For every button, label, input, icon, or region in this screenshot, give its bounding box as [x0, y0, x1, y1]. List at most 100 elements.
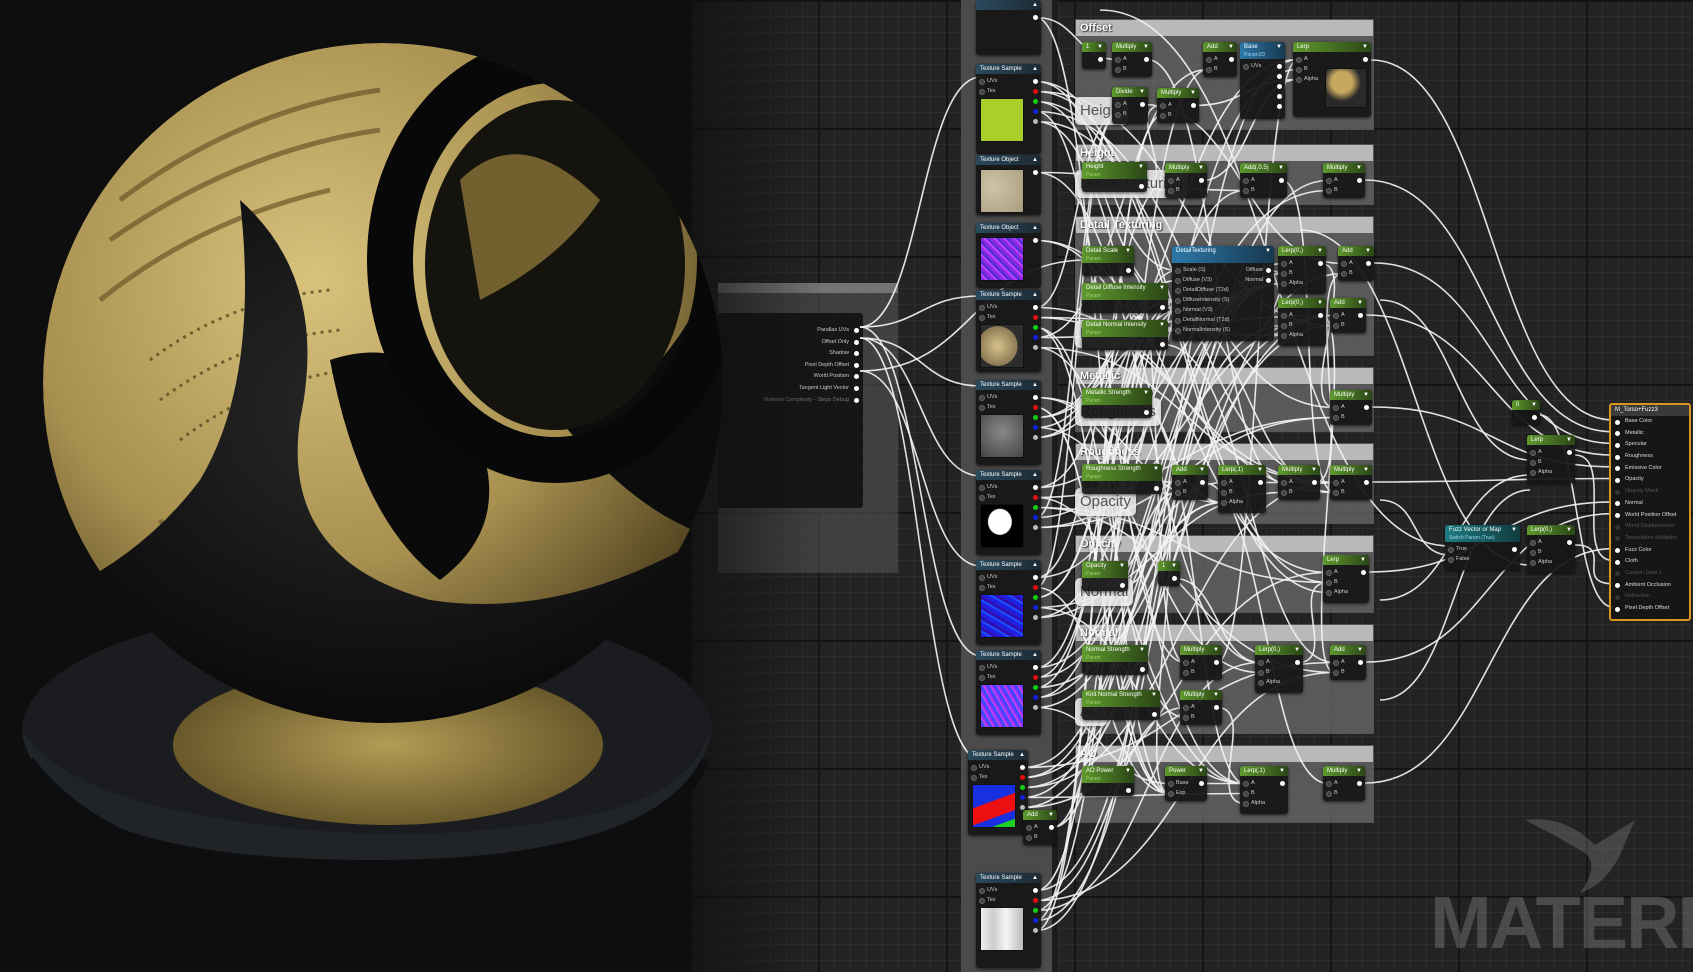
- collapse-triangle-icon[interactable]: ▼: [1365, 246, 1371, 256]
- node-header[interactable]: Height ▼ Param: [1082, 162, 1147, 179]
- input-pin[interactable]: [1183, 705, 1189, 711]
- multiply-node[interactable]: Multiply ▼ A B: [1278, 465, 1320, 500]
- output-pin[interactable]: [1033, 675, 1038, 680]
- lerp-node[interactable]: Lerp ▼ A B Alpha: [1527, 435, 1575, 483]
- input-pin[interactable]: [979, 315, 985, 321]
- collapse-triangle-icon[interactable]: ▼: [1356, 766, 1362, 776]
- detail-scale-node[interactable]: Detail Scale ▼ Param: [1082, 246, 1134, 276]
- collapse-triangle-icon[interactable]: ▼: [1171, 561, 1177, 571]
- node-header[interactable]: Multiply ▼: [1330, 390, 1372, 400]
- input-pin[interactable]: [1281, 333, 1287, 339]
- detailtexturing-node[interactable]: DetailTexturing ▼ Scale (S) Diffuse Diffuse …: [1172, 246, 1274, 341]
- input-pin[interactable]: [1258, 680, 1264, 686]
- collapse-triangle-icon[interactable]: ▼: [1276, 42, 1282, 52]
- output-pin[interactable]: [1140, 102, 1145, 107]
- input-pin[interactable]: [1326, 590, 1332, 596]
- input-pin[interactable]: [971, 775, 977, 781]
- input-pin[interactable]: [1175, 328, 1181, 334]
- collapse-triangle-icon[interactable]: ▼: [1278, 163, 1284, 173]
- input-pin[interactable]: [1333, 490, 1339, 496]
- output-pin[interactable]: [1033, 170, 1038, 175]
- input-pin[interactable]: [1448, 557, 1454, 563]
- input-pin[interactable]: [1530, 460, 1536, 466]
- node-header[interactable]: Knit Normal Strength ▼ Param: [1082, 690, 1160, 707]
- output-pin[interactable]: [1199, 781, 1204, 786]
- output-pin[interactable]: [1277, 84, 1282, 89]
- collapse-triangle-icon[interactable]: ▲: [1032, 380, 1038, 390]
- height-node[interactable]: Height ▼ Param: [1082, 162, 1147, 192]
- add-node[interactable]: Add ▼ A B: [1023, 810, 1057, 845]
- collapse-triangle-icon[interactable]: ▼: [1139, 87, 1145, 97]
- input-pin[interactable]: [1183, 660, 1189, 666]
- node-header[interactable]: Add ▼: [1338, 246, 1374, 256]
- multiply-node[interactable]: Multiply ▼ A B: [1157, 88, 1199, 123]
- input-pin[interactable]: [1175, 268, 1181, 274]
- lerp-node[interactable]: Lerp ▼ A B Alpha: [1323, 555, 1369, 603]
- node-header[interactable]: Multiply ▼: [1165, 163, 1207, 173]
- collapse-triangle-icon[interactable]: ▼: [1143, 42, 1149, 52]
- output-pin[interactable]: [1020, 765, 1025, 770]
- node-header[interactable]: Lerp(0,) ▼: [1255, 645, 1303, 655]
- node-header[interactable]: Power ▼: [1165, 766, 1207, 776]
- collapse-triangle-icon[interactable]: ▼: [1265, 246, 1271, 256]
- input-pin[interactable]: [1160, 113, 1166, 119]
- input-pin[interactable]: [1243, 178, 1249, 184]
- output-pin[interactable]: [1033, 485, 1038, 490]
- input-pin[interactable]: [1115, 112, 1121, 118]
- input-pin[interactable]: [979, 888, 985, 894]
- input-pin[interactable]: [1026, 835, 1032, 841]
- input-pin[interactable]: [1615, 606, 1620, 612]
- collapse-triangle-icon[interactable]: ▲: [1032, 560, 1038, 570]
- output-pin[interactable]: [1033, 15, 1038, 20]
- node-header[interactable]: Multiply ▼: [1323, 163, 1365, 173]
- input-pin[interactable]: [1183, 715, 1189, 721]
- input-pin[interactable]: [1296, 57, 1302, 63]
- material-input-metallic[interactable]: Metallic: [1611, 428, 1689, 440]
- output-pin[interactable]: [1358, 313, 1363, 318]
- material-output-node[interactable]: M_Torso+Fuzz3 Base Color Metallic Specular…: [1609, 403, 1691, 621]
- collapse-triangle-icon[interactable]: ▼: [1151, 690, 1157, 700]
- input-pin[interactable]: [1183, 670, 1189, 676]
- node-header[interactable]: Texture Sample ▲: [968, 750, 1028, 760]
- output-pin[interactable]: [1277, 64, 1282, 69]
- output-pin[interactable]: [1033, 315, 1038, 320]
- collapse-triangle-icon[interactable]: ▼: [1125, 766, 1131, 776]
- output-pin[interactable]: [1126, 788, 1131, 793]
- output-pin[interactable]: [1033, 898, 1038, 903]
- material-input-fuzz-color[interactable]: Fuzz Color: [1611, 545, 1689, 557]
- input-pin[interactable]: [971, 765, 977, 771]
- collapse-triangle-icon[interactable]: ▲: [1032, 470, 1038, 480]
- output-pin[interactable]: [1033, 335, 1038, 340]
- output-pin[interactable]: [1020, 785, 1025, 790]
- input-pin[interactable]: [1530, 450, 1536, 456]
- output-pin[interactable]: [1033, 345, 1038, 350]
- node-header[interactable]: Texture Object ▲: [976, 223, 1041, 233]
- output-pin[interactable]: [1033, 685, 1038, 690]
- input-pin[interactable]: [979, 405, 985, 411]
- ao-power-node[interactable]: AO Power ▼ Param: [1082, 766, 1134, 796]
- input-pin[interactable]: [1296, 77, 1302, 83]
- material-input-cloth[interactable]: Cloth: [1611, 556, 1689, 568]
- output-pin[interactable]: [1277, 74, 1282, 79]
- material-input-pixel-depth-offset[interactable]: Pixel Depth Offset: [1611, 603, 1689, 615]
- input-pin[interactable]: [1326, 570, 1332, 576]
- node-header[interactable]: Multiply ▼: [1157, 88, 1199, 98]
- input-pin[interactable]: [1206, 67, 1212, 73]
- 1-node[interactable]: 1 ▼: [1082, 42, 1106, 69]
- output-pin[interactable]: [1364, 405, 1369, 410]
- input-pin[interactable]: [1221, 500, 1227, 506]
- output-pin[interactable]: [1357, 781, 1362, 786]
- collapse-triangle-icon[interactable]: ▼: [1139, 645, 1145, 655]
- node-header[interactable]: Lerp(,1) ▼: [1240, 766, 1288, 776]
- input-pin[interactable]: [1341, 261, 1347, 267]
- multiply-node[interactable]: Multiply ▼ A B: [1165, 163, 1207, 198]
- input-pin[interactable]: [1296, 67, 1302, 73]
- output-pin[interactable]: [1033, 665, 1038, 670]
- output-pin[interactable]: [1033, 705, 1038, 710]
- output-pin[interactable]: [1033, 435, 1038, 440]
- node-header[interactable]: Texture Sample ▲: [976, 64, 1041, 74]
- collapse-triangle-icon[interactable]: ▼: [1317, 298, 1323, 308]
- input-pin[interactable]: [979, 79, 985, 85]
- output-pin[interactable]: [1033, 325, 1038, 330]
- add-node[interactable]: Add ▼ A B: [1338, 246, 1374, 281]
